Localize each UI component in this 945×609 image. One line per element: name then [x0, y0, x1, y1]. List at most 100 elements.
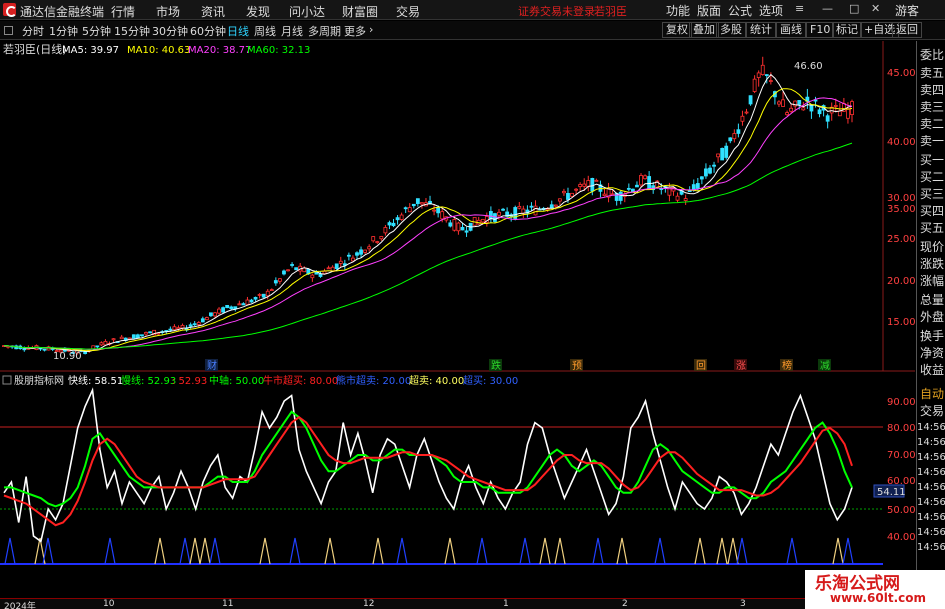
period-multi[interactable]: 多周期 — [308, 23, 341, 39]
quote-side-panel: 委比 卖五 卖四 卖三 卖二 卖一 买一 买二 买三 买四 买五 现价 涨跌 涨… — [916, 41, 945, 599]
btn-duogu[interactable]: 多股 — [716, 22, 746, 38]
rp-change[interactable]: 涨跌 — [920, 255, 944, 272]
event-die[interactable]: 跌 — [491, 359, 501, 372]
event-cai[interactable]: 财 — [207, 359, 217, 372]
period-weekly[interactable]: 周线 — [254, 23, 276, 39]
close-icon[interactable]: ✕ — [871, 2, 880, 15]
rp-buy2[interactable]: 买二 — [920, 168, 944, 185]
period-60min[interactable]: 60分钟 — [190, 23, 226, 39]
rp-buy3[interactable]: 买三 — [920, 185, 944, 202]
rp-sell2[interactable]: 卖二 — [920, 115, 944, 132]
rp-buy1[interactable]: 买一 — [920, 151, 944, 168]
menu-faxian[interactable]: 发现 — [246, 3, 270, 20]
candle-body — [448, 222, 453, 227]
rp-turnover[interactable]: 换手 — [920, 327, 944, 344]
candle-body — [131, 334, 136, 339]
period-1min[interactable]: 1分钟 — [49, 23, 78, 39]
toolbar-gongneng[interactable]: 功能 — [666, 2, 690, 19]
menu-caifuquan[interactable]: 财富圈 — [342, 3, 378, 20]
menu-shichang[interactable]: 市场 — [156, 3, 180, 20]
ind-fast-label: 快线: 58.51 — [68, 374, 123, 387]
event-yu[interactable]: 预 — [572, 360, 582, 372]
candle-body — [168, 328, 173, 331]
period-daily[interactable]: 日线 — [227, 23, 249, 39]
period-monthly[interactable]: 月线 — [281, 23, 303, 39]
candle-body — [517, 206, 522, 209]
date-12: 12 — [363, 599, 375, 609]
candle-body — [196, 322, 201, 325]
btn-tongji[interactable]: 统计 — [746, 22, 776, 38]
rp-sell4[interactable]: 卖四 — [920, 81, 944, 98]
period-fenshi[interactable]: 分时 — [22, 23, 44, 39]
candle-body — [464, 230, 469, 233]
minimize-icon[interactable]: — — [822, 2, 833, 15]
event-jian[interactable]: 减 — [820, 360, 830, 372]
trade-login-status[interactable]: 证券交易未登录 — [518, 3, 595, 19]
candle-body — [99, 342, 104, 346]
rp-sell3[interactable]: 卖三 — [920, 98, 944, 115]
candle-body — [850, 101, 854, 115]
maximize-icon[interactable]: □ — [849, 2, 859, 15]
menu-hangqing[interactable]: 行情 — [111, 3, 135, 20]
btn-biaoji[interactable]: 标记 — [832, 22, 862, 38]
period-more[interactable]: 更多 — [344, 23, 366, 39]
btn-fuquan[interactable]: 复权 — [662, 22, 692, 38]
rp-sell1[interactable]: 卖一 — [920, 132, 944, 149]
rp-buy5[interactable]: 买五 — [920, 219, 944, 236]
rp-volume[interactable]: 总量 — [920, 291, 944, 308]
candle-body — [708, 167, 712, 174]
rp-sell5[interactable]: 卖五 — [920, 64, 944, 81]
btn-huaxian[interactable]: 画线 — [776, 22, 806, 38]
btn-diejia[interactable]: 叠加 — [689, 22, 719, 38]
menu-zixun[interactable]: 资讯 — [201, 3, 225, 20]
menu-wenxiaoda[interactable]: 问小达 — [289, 3, 325, 20]
candle-body — [253, 296, 258, 300]
y-tick-20: 20.00 — [887, 276, 915, 287]
event-bang[interactable]: 榜 — [782, 359, 792, 372]
indicator-name[interactable]: 股朋指标网 — [14, 374, 64, 387]
rp-buy4[interactable]: 买四 — [920, 202, 944, 219]
toolbar-xuanxiang[interactable]: 选项 — [759, 2, 783, 19]
rp-auto[interactable]: 自动 — [920, 385, 944, 402]
more-chevron-icon[interactable]: › — [369, 23, 373, 36]
candle-body — [209, 312, 213, 317]
rp-weibi[interactable]: 委比 — [920, 46, 944, 63]
panel-toggle-checkbox[interactable] — [4, 26, 13, 35]
account-name[interactable]: 若羽臣 — [594, 3, 627, 19]
candle-body — [172, 326, 177, 331]
signal-triangle — [199, 537, 211, 565]
btn-back[interactable]: 返回 — [892, 22, 922, 38]
signal-triangles — [4, 537, 854, 565]
rp-earnings[interactable]: 收益 — [920, 361, 944, 378]
candle-body — [635, 184, 639, 188]
indicator-toggle-checkbox[interactable] — [2, 375, 12, 385]
candle-body — [837, 110, 842, 117]
rp-netasset[interactable]: 净资 — [920, 344, 944, 361]
ind-axis-label: 中轴: 50.00 — [209, 374, 264, 387]
stock-chart[interactable]: 若羽臣(日线) MA5: 39.97 MA10: 40.63 MA20: 38.… — [0, 41, 915, 599]
period-5min[interactable]: 5分钟 — [82, 23, 111, 39]
ma20-line — [3, 97, 853, 350]
menu-jiaoyi[interactable]: 交易 — [396, 3, 420, 20]
candle-body — [704, 168, 708, 177]
toolbar-gongshi[interactable]: 公式 — [728, 2, 752, 19]
y-tick-35: 35.00 — [887, 204, 915, 215]
period-30min[interactable]: 30分钟 — [152, 23, 188, 39]
menu-icon[interactable]: ≡ — [795, 2, 804, 15]
signal-triangle — [842, 537, 854, 565]
candle-body — [626, 187, 631, 190]
rp-price[interactable]: 现价 — [920, 238, 944, 255]
signal-triangle — [4, 537, 16, 565]
guest-label[interactable]: 游客 — [895, 2, 919, 19]
rp-trade[interactable]: 交易 — [920, 402, 944, 419]
ind-slow-label: 慢线: 52.93 — [121, 374, 176, 387]
btn-f10[interactable]: F10 — [806, 22, 835, 38]
period-15min[interactable]: 15分钟 — [114, 23, 150, 39]
rp-pct[interactable]: 涨幅 — [920, 272, 944, 289]
toolbar-banmian[interactable]: 版面 — [697, 2, 721, 19]
rp-outer[interactable]: 外盘 — [920, 308, 944, 325]
event-hui[interactable]: 回 — [696, 360, 706, 372]
date-1: 1 — [503, 599, 509, 609]
event-zhang[interactable]: 涨 — [736, 360, 746, 372]
ind-tick-70: 70.00 — [887, 450, 915, 461]
